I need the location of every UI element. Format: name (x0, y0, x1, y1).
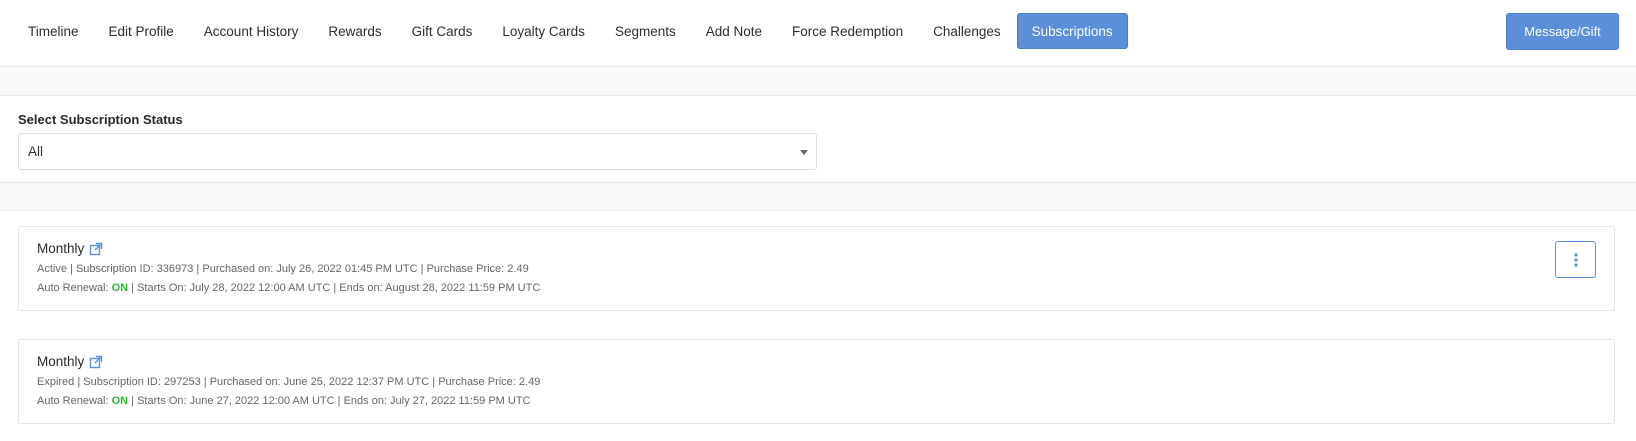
purchase-price: Purchase Price: 2.49 (426, 263, 529, 275)
profile-tabs: Timeline Edit Profile Account History Re… (14, 13, 1128, 49)
external-link-icon[interactable] (89, 355, 103, 369)
ends-on: Ends on: July 27, 2022 11:59 PM UTC (343, 395, 531, 407)
starts-on: Starts On: June 27, 2022 12:00 AM UTC (137, 395, 335, 407)
status-text: Expired (37, 376, 75, 388)
subscription-card: Monthly Expired | Subscription ID: 29725… (18, 339, 1615, 424)
tab-edit-profile[interactable]: Edit Profile (95, 13, 188, 49)
subscription-details: Expired | Subscription ID: 297253 | Purc… (37, 376, 541, 388)
tab-challenges[interactable]: Challenges (919, 13, 1015, 49)
subscription-title: Monthly (37, 354, 103, 369)
subscription-renewal: Auto Renewal: ON | Starts On: June 27, 2… (37, 395, 531, 407)
filter-label: Select Subscription Status (18, 112, 183, 127)
subscription-filter-panel: Select Subscription Status All (0, 95, 1636, 183)
vertical-ellipsis-icon (1573, 252, 1578, 267)
subscription-title: Monthly (37, 241, 103, 256)
subscription-id: Subscription ID: 336973 (75, 263, 194, 275)
tab-account-history[interactable]: Account History (190, 13, 313, 49)
tab-timeline[interactable]: Timeline (14, 13, 93, 49)
tab-force-redemption[interactable]: Force Redemption (778, 13, 917, 49)
external-link-icon[interactable] (89, 242, 103, 256)
purchased-on: Purchased on: June 25, 2022 12:37 PM UTC (209, 376, 430, 388)
more-options-button[interactable] (1555, 241, 1596, 278)
auto-renewal-label: Auto Renewal: (37, 395, 109, 407)
subscription-renewal: Auto Renewal: ON | Starts On: July 28, 2… (37, 282, 541, 294)
message-gift-button[interactable]: Message/Gift (1506, 13, 1619, 50)
tab-gift-cards[interactable]: Gift Cards (398, 13, 487, 49)
subscription-name: Monthly (37, 241, 85, 256)
subscription-status-select[interactable]: All (18, 133, 817, 170)
subscription-card: Monthly Active | Subscription ID: 336973… (18, 226, 1615, 311)
auto-renewal-status: ON (111, 282, 129, 294)
ends-on: Ends on: August 28, 2022 11:59 PM UTC (339, 282, 541, 294)
subscription-details: Active | Subscription ID: 336973 | Purch… (37, 263, 529, 275)
chevron-down-icon (800, 150, 808, 155)
subscription-id: Subscription ID: 297253 (83, 376, 201, 388)
top-navigation-bar: Timeline Edit Profile Account History Re… (0, 0, 1636, 67)
select-value: All (28, 144, 44, 159)
auto-renewal-label: Auto Renewal: (37, 282, 109, 294)
tab-segments[interactable]: Segments (601, 13, 690, 49)
tab-subscriptions[interactable]: Subscriptions (1016, 13, 1128, 49)
auto-renewal-status: ON (111, 395, 129, 407)
purchased-on: Purchased on: July 26, 2022 01:45 PM UTC (202, 263, 418, 275)
tab-add-note[interactable]: Add Note (692, 13, 776, 49)
starts-on: Starts On: July 28, 2022 12:00 AM UTC (137, 282, 331, 294)
subscription-name: Monthly (37, 354, 85, 369)
tab-rewards[interactable]: Rewards (314, 13, 395, 49)
tab-loyalty-cards[interactable]: Loyalty Cards (488, 13, 599, 49)
subscription-list: Monthly Active | Subscription ID: 336973… (0, 210, 1636, 441)
purchase-price: Purchase Price: 2.49 (438, 376, 541, 388)
status-text: Active (37, 263, 67, 275)
